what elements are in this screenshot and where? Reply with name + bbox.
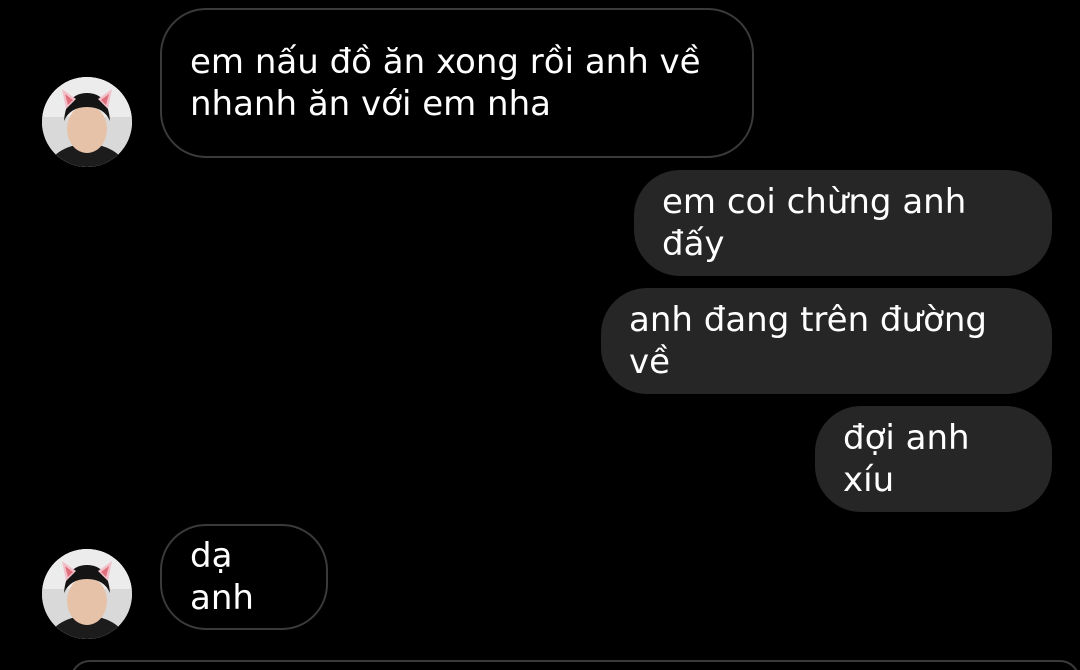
message-bubble-incoming[interactable]: dạ anh bbox=[160, 524, 328, 630]
message-bubble-incoming[interactable]: em nấu đồ ăn xong rồi anh về nhanh ăn vớ… bbox=[160, 8, 754, 158]
message-input-field[interactable] bbox=[70, 660, 1080, 670]
avatar-photo-icon bbox=[42, 549, 132, 639]
contact-avatar[interactable] bbox=[42, 549, 132, 639]
message-bubble-outgoing[interactable]: em coi chừng anh đấy bbox=[634, 170, 1052, 276]
message-bubble-outgoing[interactable]: đợi anh xíu bbox=[815, 406, 1052, 512]
avatar-photo-icon bbox=[42, 77, 132, 167]
contact-avatar[interactable] bbox=[42, 77, 132, 167]
chat-thread: em nấu đồ ăn xong rồi anh về nhanh ăn vớ… bbox=[0, 0, 1080, 670]
message-bubble-outgoing[interactable]: anh đang trên đường về bbox=[601, 288, 1052, 394]
